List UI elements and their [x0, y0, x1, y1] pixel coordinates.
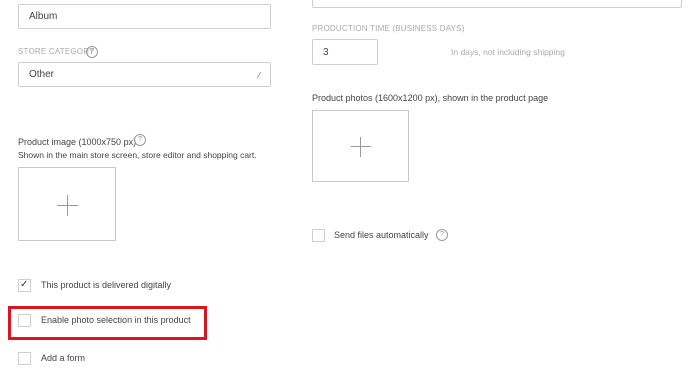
store-category-help-icon[interactable]: ? [86, 46, 98, 58]
product-image-label: Product image (1000x750 px) [18, 137, 137, 147]
send-files-checkbox[interactable] [312, 229, 325, 242]
product-photos-label: Product photos (1600x1200 px), shown in … [312, 93, 549, 103]
product-name-input[interactable]: Album [18, 4, 271, 29]
send-files-label: Send files automatically [334, 230, 429, 240]
checkmark-icon: ✓ [20, 279, 29, 290]
product-photos-upload[interactable] [312, 110, 409, 182]
store-category-value: Other [29, 69, 55, 80]
add-form-label: Add a form [41, 353, 86, 363]
production-time-label: PRODUCTION TIME (BUSINESS DAYS) [312, 24, 465, 33]
top-right-input[interactable] [312, 0, 682, 8]
production-time-value: 3 [323, 46, 329, 58]
photo-selection-label: Enable photo selection in this product [41, 315, 191, 325]
store-category-label: STORE CATEGORY [18, 47, 95, 56]
plus-icon [351, 146, 371, 147]
product-image-help-icon[interactable]: ? [134, 134, 146, 146]
production-time-hint: In days, not including shipping [451, 47, 565, 57]
digital-delivery-checkbox[interactable]: ✓ [18, 279, 31, 292]
product-image-hint: Shown in the main store screen, store ed… [18, 150, 257, 160]
store-category-select[interactable]: Other ⁄ [18, 62, 271, 87]
product-name-value: Album [29, 11, 58, 22]
add-form-checkbox[interactable] [18, 352, 31, 365]
photo-selection-checkbox[interactable] [18, 314, 31, 327]
digital-delivery-label: This product is delivered digitally [41, 280, 172, 290]
production-time-input[interactable]: 3 [312, 39, 378, 65]
dropdown-arrow-icon: ⁄ [258, 71, 260, 80]
product-image-upload[interactable] [18, 167, 116, 241]
send-files-help-icon[interactable]: ? [436, 229, 448, 241]
